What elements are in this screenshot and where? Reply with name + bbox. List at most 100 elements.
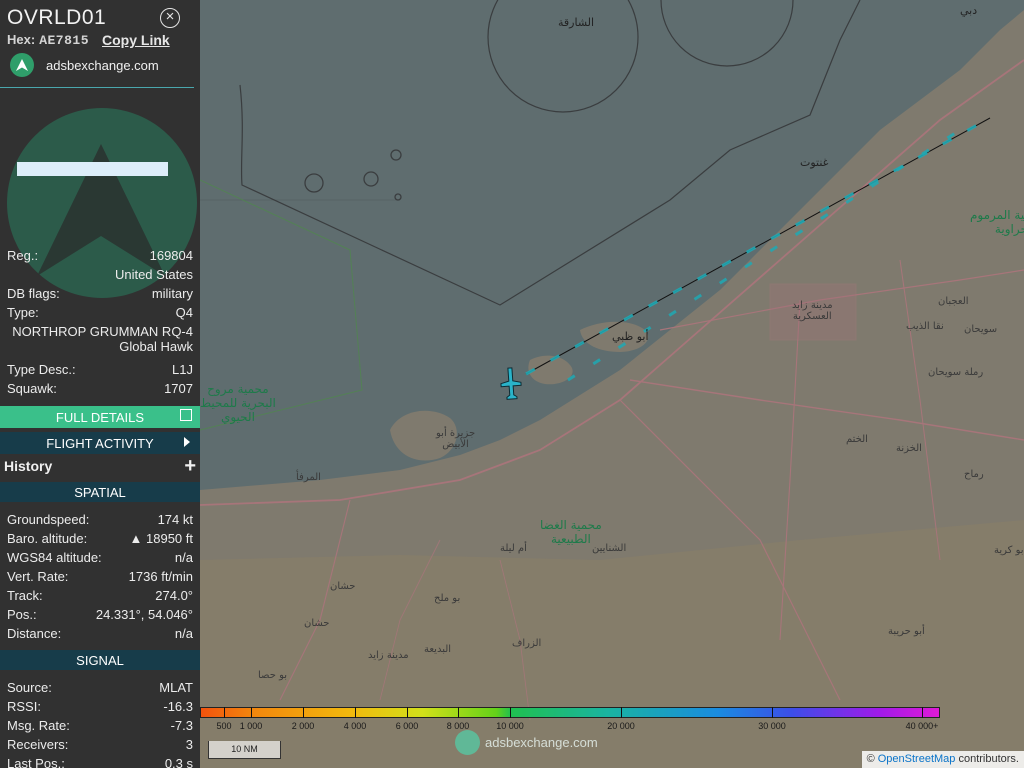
legend-tick — [251, 707, 252, 718]
spatial-row: Pos.: 24.331°, 54.046° — [7, 607, 193, 622]
signal-row: Last Pos.: 0.3 s — [7, 756, 193, 768]
map-label-dubai: دبي — [960, 4, 978, 17]
reg-label: Reg.: — [7, 248, 39, 263]
spatial-section-header[interactable]: SPATIAL — [0, 482, 200, 502]
map-label-ghantoot: غنتوت — [800, 156, 829, 169]
site-name: adsbexchange.com — [46, 57, 159, 73]
map-label-rammah: رماح — [964, 469, 984, 480]
plus-icon[interactable]: + — [184, 456, 196, 476]
type-name: NORTHROP GRUMMAN RQ-4 Global Hawk — [12, 324, 193, 354]
hex-row: Hex: AE7815 — [7, 32, 89, 48]
legend-tick — [772, 707, 773, 718]
legend-tick-label: 1 000 — [239, 721, 263, 731]
type-value: Q4 — [175, 305, 193, 320]
map-label-sharjah: الشارقة — [558, 16, 595, 29]
close-icon[interactable]: × — [160, 8, 180, 28]
legend-tick-label: 2 000 — [291, 721, 315, 731]
db-flags-value: military — [151, 286, 193, 301]
full-details-label: FULL DETAILS — [55, 409, 145, 425]
copy-link-button[interactable]: Copy Link — [102, 32, 170, 48]
scale-bar: 10 NM — [208, 741, 281, 759]
map-label-hishan: حشان — [330, 581, 356, 592]
history-label: History — [4, 458, 53, 474]
signal-label: Last Pos.: — [7, 756, 65, 768]
aircraft-info-panel: OVRLD01 × Hex: AE7815 Copy Link adsbexcha… — [0, 0, 200, 768]
map-label-nuqa: نقا الذيب — [906, 321, 944, 332]
legend-tick-label: 20 000 — [607, 721, 635, 731]
map-label-zayed-military-city: مدينة زايد العسكرية — [792, 300, 833, 322]
map-label-mirfa: المرفأ — [296, 472, 321, 483]
legend-tick — [922, 707, 923, 718]
hex-label: Hex: — [7, 32, 36, 47]
spatial-label: WGS84 altitude: — [7, 550, 102, 565]
signal-row: Msg. Rate: -7.3 — [7, 718, 193, 733]
spatial-label: Groundspeed: — [7, 512, 90, 527]
site-link[interactable]: adsbexchange.com — [10, 52, 159, 78]
type-desc-label: Type Desc.: — [7, 362, 76, 377]
squawk-row: Squawk: 1707 — [7, 381, 193, 396]
legend-tick — [224, 707, 225, 718]
signal-value: -16.3 — [163, 699, 193, 714]
reg-value: 169804 — [149, 248, 193, 263]
type-name-line1: NORTHROP GRUMMAN RQ-4 — [12, 324, 193, 339]
flight-activity-label: FLIGHT ACTIVITY — [46, 435, 154, 451]
legend-tick — [355, 707, 356, 718]
map-label-abu-al-abyad: جزيرة أبو الأبيض — [436, 428, 475, 450]
squawk-value: 1707 — [164, 381, 193, 396]
legend-tick — [510, 707, 511, 718]
legend-tick — [621, 707, 622, 718]
watermark: adsbexchange.com — [455, 730, 598, 755]
map-label-abu-al-abyad-line1: جزيرة أبو — [436, 428, 476, 439]
map-label-al-marmoom-line1: محمية المرموم — [970, 208, 1024, 222]
spatial-label: Baro. altitude: — [7, 531, 88, 546]
db-flags-label: DB flags: — [7, 286, 60, 301]
map-label-zayed-line2: العسكرية — [792, 311, 832, 322]
legend-tick — [407, 707, 408, 718]
signal-label: Receivers: — [7, 737, 69, 752]
map-label-khazna: الخزنة — [896, 443, 922, 454]
reg-row: Reg.: 169804 — [7, 248, 193, 263]
spatial-row: Groundspeed: 174 kt — [7, 512, 193, 527]
legend-tick-label: 40 000+ — [905, 721, 939, 731]
map-base — [200, 0, 1024, 768]
type-desc-row: Type Desc.: L1J — [7, 362, 193, 377]
history-toggle[interactable]: History + — [4, 456, 196, 476]
country: United States — [114, 267, 193, 282]
map-view[interactable]: الشارقة دبي غنتوت أبو ظبي مدينة زايد الع… — [200, 0, 1024, 768]
watermark-text: adsbexchange.com — [485, 735, 598, 750]
map-label-bu-malah: بو ملح — [434, 593, 461, 604]
flight-activity-button[interactable]: FLIGHT ACTIVITY — [0, 432, 200, 454]
db-flags-row: DB flags: military — [7, 286, 193, 301]
map-attribution: © OpenStreetMap contributors. — [861, 751, 1024, 768]
map-label-zayed-line1: مدينة زايد — [792, 300, 833, 311]
openstreetmap-link[interactable]: OpenStreetMap — [878, 753, 956, 765]
spatial-label: Track: — [7, 588, 43, 603]
map-label-marawah-line2: البحرية للمحيط — [200, 396, 276, 410]
chevron-right-icon — [184, 437, 190, 447]
map-label-bu-hasa: بو حصا — [258, 670, 288, 681]
adsbexchange-logo-icon — [455, 730, 480, 755]
signal-value: 3 — [185, 737, 193, 752]
map-label-bida: البديعة — [424, 644, 452, 655]
legend-tick-label: 6 000 — [395, 721, 419, 731]
signal-row: Receivers: 3 — [7, 737, 193, 752]
spatial-row: Distance: n/a — [7, 626, 193, 641]
spatial-label: Vert. Rate: — [7, 569, 69, 584]
spatial-label: Distance: — [7, 626, 62, 641]
spatial-value: n/a — [174, 626, 193, 641]
full-details-button[interactable]: FULL DETAILS — [0, 406, 200, 428]
spatial-value: 274.0° — [155, 588, 193, 603]
signal-section-header[interactable]: SIGNAL — [0, 650, 200, 670]
legend-tick — [458, 707, 459, 718]
type-row: Type: Q4 — [7, 305, 193, 320]
squawk-label: Squawk: — [7, 381, 57, 396]
legend-tick-label: 30 000 — [758, 721, 786, 731]
signal-row: Source: MLAT — [7, 680, 193, 695]
map-label-abu-hurayba: أبو حريبة — [888, 626, 925, 637]
map-label-marawah-reserve: محمية مروح البحرية للمحيط الحيوي — [200, 382, 276, 424]
spatial-row: WGS84 altitude: n/a — [7, 550, 193, 565]
map-label-marawah-line1: محمية مروح — [207, 382, 269, 396]
map-label-madinat-zayed: مدينة زايد — [368, 650, 409, 661]
map-label-umm-lailah: أم ليلة — [500, 543, 527, 554]
map-label-hishan-2: حشان — [304, 618, 330, 629]
